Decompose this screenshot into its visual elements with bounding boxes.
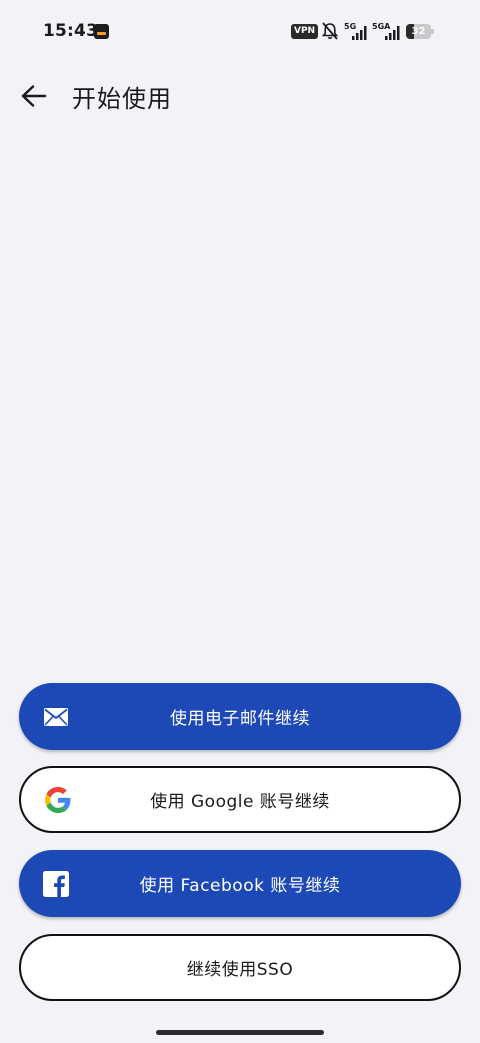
status-bar: 15:43 VPN 5G 5GA 32 — [0, 0, 480, 62]
status-time: 15:43 — [43, 21, 99, 41]
continue-with-google-button[interactable]: 使用 Google 账号继续 — [19, 766, 461, 833]
signal-icon — [352, 26, 367, 40]
google-button-label: 使用 Google 账号继续 — [150, 792, 330, 812]
arrow-left-icon — [21, 85, 47, 107]
back-button[interactable] — [14, 76, 54, 116]
continue-with-email-button[interactable]: 使用电子邮件继续 — [19, 683, 461, 750]
facebook-icon — [43, 870, 69, 897]
home-indicator[interactable] — [156, 1030, 324, 1035]
facebook-button-label: 使用 Facebook 账号继续 — [139, 876, 341, 896]
email-button-label: 使用电子邮件继续 — [170, 709, 310, 729]
continue-with-facebook-button[interactable]: 使用 Facebook 账号继续 — [19, 850, 461, 917]
page-title: 开始使用 — [72, 85, 172, 113]
continue-with-sso-button[interactable]: 继续使用SSO — [19, 934, 461, 1001]
app-notification-icon — [94, 24, 109, 39]
mail-icon — [43, 704, 69, 730]
mute-bell-icon — [321, 22, 339, 40]
vpn-badge: VPN — [291, 24, 319, 39]
screen: 15:43 VPN 5G 5GA 32 开始使用 使用电子邮件继续 使用 Goo… — [0, 0, 480, 1043]
battery-percent: 32 — [411, 26, 426, 37]
sso-button-label: 继续使用SSO — [186, 960, 294, 980]
google-icon — [45, 786, 71, 813]
signal-icon — [385, 26, 400, 40]
battery-icon: 32 — [406, 24, 434, 39]
